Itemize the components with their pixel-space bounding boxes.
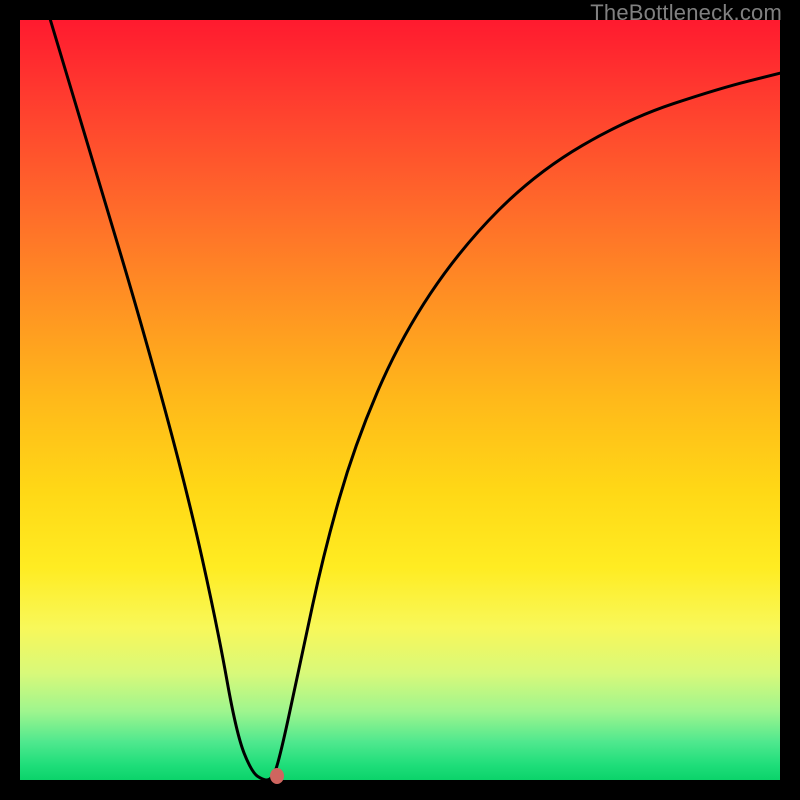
chart-frame: TheBottleneck.com bbox=[0, 0, 800, 800]
plot-area bbox=[20, 20, 780, 780]
bottleneck-curve bbox=[50, 20, 780, 780]
marker-dot bbox=[270, 768, 284, 784]
curve-svg bbox=[20, 20, 780, 780]
